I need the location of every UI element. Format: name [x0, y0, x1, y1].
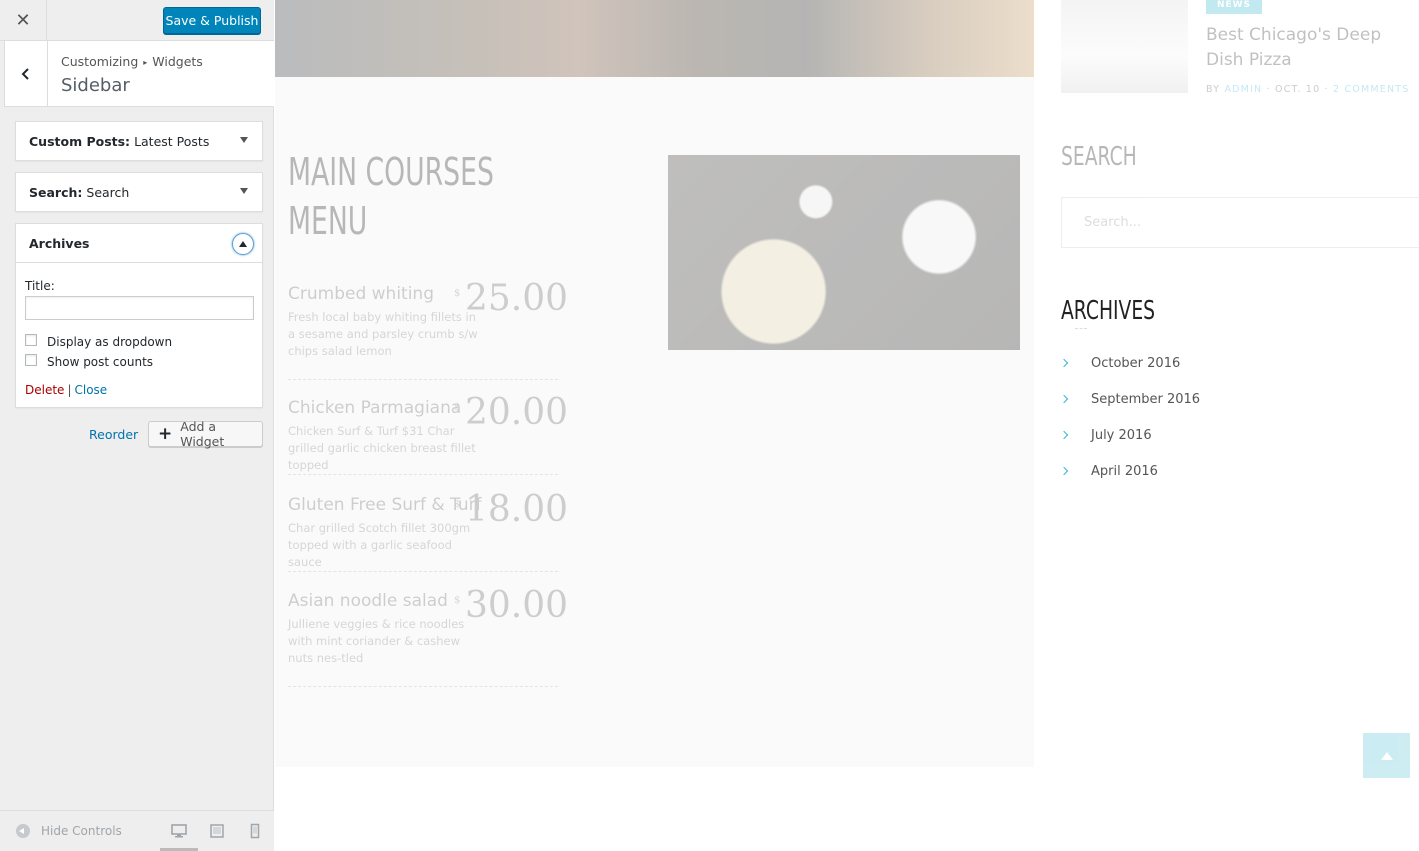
- widget-header-custom-posts[interactable]: Custom Posts: Latest Posts: [16, 122, 262, 160]
- breadcrumb-separator-icon: ▸: [143, 58, 148, 67]
- hero-image: [275, 0, 1034, 77]
- reorder-link[interactable]: Reorder: [89, 427, 138, 442]
- chevron-right-icon: [1059, 394, 1069, 404]
- recent-post-title: Best Chicago's Deep Dish Pizza: [1206, 25, 1382, 70]
- dish-price: 30.00: [465, 585, 569, 626]
- add-widget-button[interactable]: + Add a Widget: [148, 419, 263, 449]
- widget-value-label: Search: [86, 184, 130, 200]
- chevron-left-icon: [21, 67, 29, 80]
- breadcrumb-current: Widgets: [152, 54, 203, 69]
- plus-icon: +: [158, 423, 173, 444]
- customizer-header: ✕ Save & Publish: [0, 0, 274, 41]
- meta-by: BY: [1206, 84, 1221, 95]
- archive-label: April 2016: [1091, 463, 1158, 479]
- meta-date: · OCT. 10 ·: [1266, 84, 1329, 95]
- archive-link[interactable]: October 2016: [1059, 352, 1181, 374]
- currency-symbol: $: [454, 499, 461, 510]
- archives-widget-heading: ARCHIVES: [1061, 296, 1156, 326]
- title-input[interactable]: [25, 296, 254, 320]
- dish-description: Char grilled Scotch fillet 300gm topped …: [288, 521, 471, 569]
- close-link[interactable]: Close: [74, 383, 107, 397]
- dish-description: Chicken Surf & Turf $31 Char grilled gar…: [288, 424, 476, 472]
- chevron-right-icon: [1059, 466, 1069, 476]
- widget-type-label: Custom Posts:: [29, 133, 131, 149]
- currency-symbol: $: [454, 402, 461, 413]
- breadcrumb: Customizing ▸ Widgets: [61, 54, 203, 69]
- widget-form: Title: Display as dropdown Show post cou…: [16, 262, 262, 407]
- breadcrumb-root: Customizing: [61, 54, 139, 69]
- archive-link[interactable]: April 2016: [1059, 460, 1158, 482]
- chevron-right-icon: [1059, 358, 1069, 368]
- title-field-label: Title:: [25, 279, 55, 293]
- archive-link[interactable]: July 2016: [1059, 424, 1152, 446]
- menu-item: Crumbed whiting Fresh local baby whiting…: [288, 278, 568, 380]
- menu-item: Chicken Parmagiana Chicken Surf & Turf $…: [288, 392, 568, 475]
- tablet-preview-icon[interactable]: [209, 823, 225, 839]
- recent-post-thumbnail: [1061, 0, 1188, 93]
- expand-arrow-icon[interactable]: [240, 188, 248, 194]
- dropdown-option: Display as dropdown: [25, 334, 253, 349]
- post-counts-option: Show post counts: [25, 354, 253, 369]
- hide-controls-button[interactable]: Hide Controls: [16, 824, 122, 838]
- archive-label: October 2016: [1091, 355, 1181, 371]
- menu-item: Gluten Free Surf & Turf Char grilled Sco…: [288, 489, 568, 572]
- currency-symbol: $: [454, 595, 461, 606]
- dish-name: Gluten Free Surf & Turf: [288, 495, 482, 515]
- meta-author: ADMIN: [1224, 84, 1263, 95]
- dish-description: Fresh local baby whiting fillets in a se…: [288, 310, 478, 358]
- customizer-panel: ✕ Save & Publish Customizing ▸ Widgets Sid…: [0, 0, 274, 851]
- dish-price: 18.00: [465, 489, 569, 530]
- dish-name: Asian noodle salad: [288, 591, 448, 611]
- back-button[interactable]: [5, 41, 48, 106]
- dish-price: 20.00: [465, 392, 569, 433]
- widget-header-archives[interactable]: Archives: [16, 224, 262, 262]
- action-separator: |: [67, 383, 72, 397]
- dropdown-checkbox[interactable]: [25, 334, 37, 346]
- close-icon[interactable]: ✕: [0, 0, 47, 41]
- collapse-arrow-icon[interactable]: [232, 233, 254, 255]
- currency-symbol: $: [454, 288, 461, 299]
- expand-arrow-icon[interactable]: [240, 137, 248, 143]
- dish-description: Julliene veggies & rice noodles with min…: [288, 617, 465, 665]
- widget-type-label: Archives: [29, 235, 90, 251]
- mobile-preview-icon[interactable]: [247, 823, 263, 839]
- add-widget-label: Add a Widget: [180, 419, 225, 449]
- dish-name: Chicken Parmagiana: [288, 398, 462, 418]
- category-badge: NEWS: [1206, 0, 1262, 14]
- archive-label: July 2016: [1091, 427, 1152, 443]
- search-input: Search...: [1061, 197, 1419, 248]
- site-preview: MAIN COURSES MENU Crumbed whiting Fresh …: [275, 0, 1419, 851]
- heading-divider: [1075, 328, 1087, 329]
- section-title: Sidebar: [61, 75, 130, 96]
- scroll-to-top-button[interactable]: [1363, 733, 1410, 778]
- delete-link[interactable]: Delete: [25, 383, 64, 397]
- widget-archives: Archives Title: Display as dropdown Show…: [15, 223, 263, 408]
- post-counts-checkbox-label[interactable]: Show post counts: [47, 355, 153, 369]
- collapse-circle-icon: [16, 824, 30, 838]
- widget-type-label: Search:: [29, 184, 83, 200]
- dropdown-checkbox-label[interactable]: Display as dropdown: [47, 335, 172, 349]
- menu-title: MAIN COURSES MENU: [288, 150, 494, 243]
- search-widget-heading: SEARCH: [1061, 142, 1137, 172]
- recent-post-meta: BY ADMIN · OCT. 10 · 2 COMMENTS: [1206, 84, 1410, 95]
- dish-price: 25.00: [465, 278, 569, 319]
- post-counts-checkbox[interactable]: [25, 354, 37, 366]
- widget-header-search[interactable]: Search: Search: [16, 173, 262, 211]
- hide-controls-label: Hide Controls: [41, 824, 122, 838]
- customizer-footer: Hide Controls: [0, 810, 274, 851]
- dish-name: Crumbed whiting: [288, 284, 434, 304]
- widget-value-label: Latest Posts: [134, 133, 210, 149]
- section-header: Customizing ▸ Widgets Sidebar: [4, 41, 274, 107]
- widget-search: Search: Search: [15, 172, 263, 212]
- archive-link[interactable]: September 2016: [1059, 388, 1201, 410]
- chevron-right-icon: [1059, 430, 1069, 440]
- archive-label: September 2016: [1091, 391, 1201, 407]
- widget-actions: Delete | Close: [25, 383, 253, 397]
- save-publish-button[interactable]: Save & Publish: [163, 7, 261, 34]
- food-photo: [668, 155, 1020, 350]
- meta-comments: 2 COMMENTS: [1333, 84, 1410, 95]
- menu-item: Asian noodle salad Julliene veggies & ri…: [288, 585, 568, 687]
- widget-custom-posts: Custom Posts: Latest Posts: [15, 121, 263, 161]
- desktop-preview-icon[interactable]: [171, 823, 187, 839]
